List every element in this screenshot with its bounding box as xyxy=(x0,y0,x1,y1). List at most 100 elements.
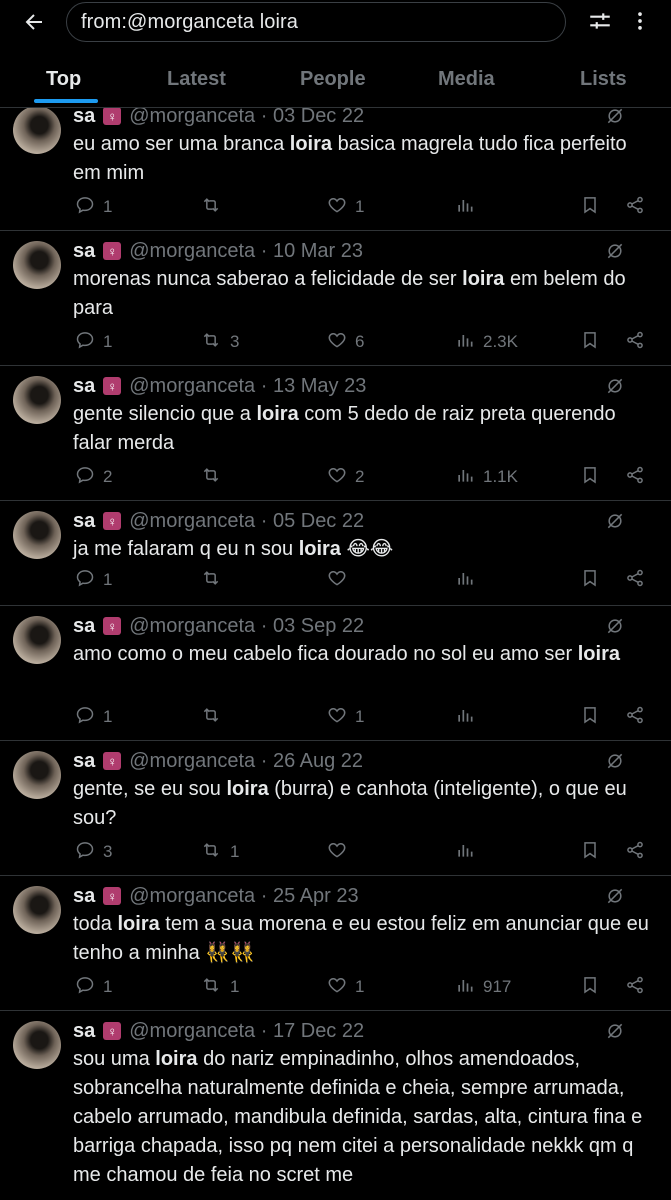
tweet-text: morenas nunca saberao a felicidade de se… xyxy=(73,265,658,323)
views-button[interactable]: 2.3K xyxy=(455,328,518,356)
retweet-button[interactable] xyxy=(200,463,230,491)
views-button[interactable]: 1.1K xyxy=(455,463,518,491)
grok-icon[interactable] xyxy=(604,108,626,127)
tab-people[interactable]: People xyxy=(300,68,366,91)
like-count: 1 xyxy=(355,707,365,726)
grok-icon[interactable] xyxy=(604,750,626,772)
tab-lists[interactable]: Lists xyxy=(580,68,627,91)
grok-icon[interactable] xyxy=(604,240,626,262)
grok-icon[interactable] xyxy=(604,615,626,637)
handle-and-date[interactable]: @morganceta · 26 Aug 22 xyxy=(129,750,363,773)
handle-and-date[interactable]: @morganceta · 25 Apr 23 xyxy=(129,885,358,908)
avatar[interactable] xyxy=(13,616,61,664)
bookmark-button[interactable] xyxy=(580,838,608,866)
bookmark-button[interactable] xyxy=(580,973,608,1001)
retweet-button[interactable]: 1 xyxy=(200,838,239,866)
bookmark-button[interactable] xyxy=(580,703,608,731)
like-button[interactable]: 1 xyxy=(327,703,364,731)
filter-sliders-icon[interactable] xyxy=(585,6,615,36)
display-name[interactable]: sa xyxy=(73,240,95,263)
avatar[interactable] xyxy=(13,108,61,154)
grok-icon[interactable] xyxy=(604,1020,626,1042)
handle-and-date[interactable]: @morganceta · 03 Dec 22 xyxy=(129,108,364,128)
display-name[interactable]: sa xyxy=(73,885,95,908)
share-button[interactable] xyxy=(625,193,653,221)
reply-button[interactable]: 1 xyxy=(75,328,112,356)
tab-latest[interactable]: Latest xyxy=(167,68,226,91)
views-button[interactable] xyxy=(455,193,483,221)
reply-button[interactable]: 2 xyxy=(75,463,112,491)
retweet-button[interactable]: 1 xyxy=(200,973,239,1001)
display-name[interactable]: sa xyxy=(73,1020,95,1043)
reply-button[interactable]: 1 xyxy=(75,973,112,1001)
avatar[interactable] xyxy=(13,376,61,424)
share-button[interactable] xyxy=(625,973,653,1001)
views-button[interactable] xyxy=(455,703,483,731)
grok-icon[interactable] xyxy=(604,885,626,907)
grok-icon[interactable] xyxy=(604,375,626,397)
bookmark-button[interactable] xyxy=(580,193,608,221)
display-name[interactable]: sa xyxy=(73,510,95,533)
bookmark-button[interactable] xyxy=(580,463,608,491)
share-button[interactable] xyxy=(625,703,653,731)
bookmark-icon xyxy=(580,568,608,593)
reply-button[interactable]: 1 xyxy=(75,193,112,221)
bookmark-button[interactable] xyxy=(580,328,608,356)
retweet-button[interactable] xyxy=(200,703,230,731)
reply-icon xyxy=(75,840,103,865)
handle-and-date[interactable]: @morganceta · 10 Mar 23 xyxy=(129,240,363,263)
share-icon xyxy=(625,330,653,355)
handle-and-date[interactable]: @morganceta · 05 Dec 22 xyxy=(129,510,364,533)
display-name[interactable]: sa xyxy=(73,750,95,773)
tab-media[interactable]: Media xyxy=(438,68,495,91)
handle-and-date[interactable]: @morganceta · 13 May 23 xyxy=(129,375,366,398)
display-name[interactable]: sa xyxy=(73,615,95,638)
avatar[interactable] xyxy=(13,886,61,934)
tweet-item[interactable]: sa ♀ @morganceta · 25 Apr 23 toda loira … xyxy=(0,876,671,1011)
tweet-item[interactable]: sa ♀ @morganceta · 26 Aug 22 gente, se e… xyxy=(0,741,671,876)
retweet-button[interactable] xyxy=(200,566,230,594)
like-button[interactable]: 1 xyxy=(327,193,364,221)
retweet-button[interactable]: 3 xyxy=(200,328,239,356)
tab-top[interactable]: Top xyxy=(46,68,81,91)
views-button[interactable]: 917 xyxy=(455,973,511,1001)
reply-button[interactable]: 1 xyxy=(75,703,112,731)
search-input[interactable]: from:@morganceta loira xyxy=(66,2,566,42)
tweet-item[interactable]: sa ♀ @morganceta · 03 Dec 22 eu amo ser … xyxy=(0,108,671,231)
tweet-header: sa ♀ @morganceta · 26 Aug 22 xyxy=(73,749,363,773)
display-name[interactable]: sa xyxy=(73,375,95,398)
bookmark-button[interactable] xyxy=(580,566,608,594)
views-button[interactable] xyxy=(455,566,483,594)
like-button[interactable]: 1 xyxy=(327,973,364,1001)
grok-icon[interactable] xyxy=(604,510,626,532)
share-button[interactable] xyxy=(625,328,653,356)
retweet-icon xyxy=(200,568,230,593)
tweet-item[interactable]: sa ♀ @morganceta · 13 May 23 gente silen… xyxy=(0,366,671,501)
like-button[interactable]: 6 xyxy=(327,328,364,356)
reply-button[interactable]: 1 xyxy=(75,566,112,594)
tweet-item[interactable]: sa ♀ @morganceta · 10 Mar 23 morenas nun… xyxy=(0,231,671,366)
like-button[interactable]: 2 xyxy=(327,463,364,491)
more-vertical-icon[interactable] xyxy=(625,6,655,36)
like-button[interactable] xyxy=(327,838,355,866)
share-button[interactable] xyxy=(625,838,653,866)
display-name[interactable]: sa xyxy=(73,108,95,128)
handle-and-date[interactable]: @morganceta · 17 Dec 22 xyxy=(129,1020,364,1043)
back-arrow-icon[interactable] xyxy=(18,6,50,38)
share-button[interactable] xyxy=(625,566,653,594)
tweet-item[interactable]: sa ♀ @morganceta · 05 Dec 22 ja me falar… xyxy=(0,501,671,606)
avatar[interactable] xyxy=(13,1021,61,1069)
avatar[interactable] xyxy=(13,751,61,799)
tweet-feed[interactable]: sa ♀ @morganceta · 03 Dec 22 eu amo ser … xyxy=(0,108,671,1200)
retweet-button[interactable] xyxy=(200,193,230,221)
tweet-item[interactable]: sa ♀ @morganceta · 03 Sep 22 amo como o … xyxy=(0,606,671,741)
avatar[interactable] xyxy=(13,241,61,289)
handle-and-date[interactable]: @morganceta · 03 Sep 22 xyxy=(129,615,364,638)
like-button[interactable] xyxy=(327,566,355,594)
share-button[interactable] xyxy=(625,463,653,491)
heart-icon xyxy=(327,195,355,220)
reply-button[interactable]: 3 xyxy=(75,838,112,866)
avatar[interactable] xyxy=(13,511,61,559)
tweet-item[interactable]: sa ♀ @morganceta · 17 Dec 22 sou uma loi… xyxy=(0,1011,671,1200)
views-button[interactable] xyxy=(455,838,483,866)
